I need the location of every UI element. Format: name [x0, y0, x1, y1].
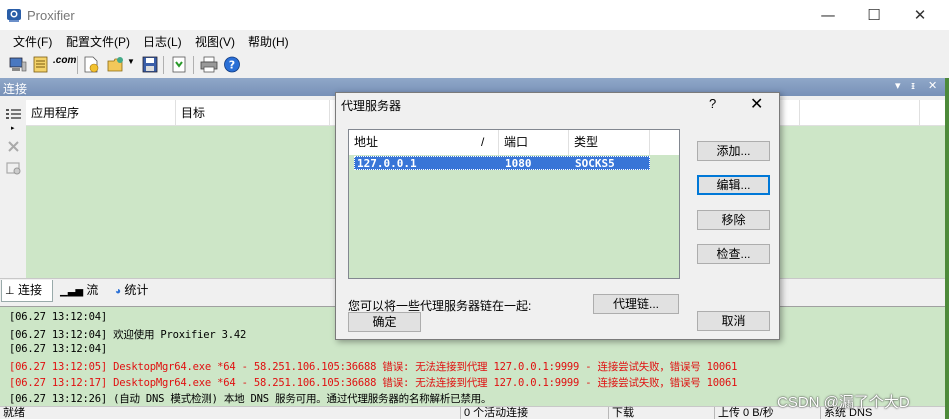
- toolbar-separator: [193, 56, 194, 74]
- close-connection-icon[interactable]: [7, 140, 20, 153]
- statistics-pie-icon: ◕: [115, 286, 122, 297]
- notepad-icon[interactable]: [32, 56, 50, 73]
- maximize-button[interactable]: ☐: [851, 0, 897, 30]
- proxifier-logo-icon: [7, 9, 21, 22]
- remove-button[interactable]: 移除: [697, 210, 770, 230]
- proxy-list[interactable]: 地址 / 端口 类型 127.0.0.1 1080 SOCKS5: [348, 129, 680, 279]
- open-profile-icon[interactable]: [107, 56, 125, 73]
- status-ready: 就绪: [3, 407, 25, 419]
- window-right-edge: [945, 78, 949, 419]
- log-line: [06.27 13:12:04] 欢迎使用 Proxifier 3.42: [9, 329, 247, 341]
- toolbar-separator: [77, 56, 78, 74]
- dropdown-icon[interactable]: ▼: [127, 57, 135, 74]
- column-extra[interactable]: [800, 100, 920, 126]
- new-profile-icon[interactable]: [82, 56, 100, 73]
- add-button[interactable]: 添加...: [697, 141, 770, 161]
- tab-connections[interactable]: ⊥ 连接: [1, 280, 53, 302]
- panel-menu-icon[interactable]: ▾: [895, 79, 901, 92]
- log-line: [06.27 13:12:05] DesktopMgr64.exe *64 - …: [9, 361, 738, 373]
- proxy-address: 127.0.0.1: [357, 157, 417, 170]
- traffic-chart-icon: ▁▃▅: [60, 286, 84, 297]
- status-active-connections: 0 个活动连接: [460, 407, 608, 419]
- cancel-button[interactable]: 取消: [697, 311, 770, 331]
- proxy-chain-button[interactable]: 代理链...: [593, 294, 679, 314]
- minimize-button[interactable]: —: [805, 0, 851, 30]
- dialog-title: 代理服务器: [341, 99, 402, 113]
- menu-log[interactable]: 日志(L): [143, 33, 182, 50]
- proxy-servers-dialog: 代理服务器 ? ✕ 地址 / 端口 类型 127.0.0.1 1080 SOCK…: [335, 92, 780, 340]
- column-address[interactable]: 地址: [349, 130, 499, 155]
- computer-icon[interactable]: [9, 56, 27, 73]
- panel-pin-icon[interactable]: ᵻ: [911, 79, 915, 92]
- dialog-help-icon[interactable]: ?: [709, 96, 716, 111]
- menu-bar: 文件(F) 配置文件(P) 日志(L) 视图(V) 帮助(H): [0, 30, 949, 52]
- csdn-watermark: CSDN @漏了个大D: [777, 394, 910, 411]
- print-icon[interactable]: [200, 56, 218, 73]
- column-application[interactable]: 应用程序: [26, 100, 176, 126]
- tab-statistics-label: 统计: [124, 283, 149, 297]
- column-type[interactable]: 类型: [569, 130, 650, 155]
- status-download: 下载: [608, 407, 714, 419]
- tab-connections-label: 连接: [17, 283, 42, 297]
- proxy-list-header: 地址 / 端口 类型: [349, 130, 679, 155]
- log-line: [06.27 13:12:04]: [9, 311, 107, 323]
- edit-button[interactable]: 编辑...: [697, 175, 770, 195]
- tab-statistics[interactable]: ◕ 统计: [112, 280, 164, 302]
- toolbar-separator: [163, 56, 164, 74]
- menu-profile[interactable]: 配置文件(P): [66, 33, 130, 50]
- log-line: [06.27 13:12:17] DesktopMgr64.exe *64 - …: [9, 377, 738, 389]
- proxy-port: 1080: [505, 157, 532, 170]
- import-icon[interactable]: [170, 56, 188, 73]
- column-target[interactable]: 目标: [176, 100, 330, 126]
- save-icon[interactable]: [141, 56, 159, 73]
- close-button[interactable]: ✕: [897, 0, 943, 30]
- expand-arrow-icon[interactable]: ▸: [11, 124, 15, 132]
- panel-side-toolbar: ▸: [0, 96, 26, 278]
- menu-file[interactable]: 文件(F): [13, 33, 52, 50]
- list-view-icon[interactable]: [6, 108, 21, 121]
- toolbar: .com ▼ ?: [0, 52, 949, 78]
- panel-close-icon[interactable]: ✕: [928, 79, 937, 92]
- menu-view[interactable]: 视图(V): [195, 33, 235, 50]
- window-settings-icon[interactable]: [6, 162, 21, 175]
- proxy-row-selected[interactable]: 127.0.0.1 1080 SOCKS5: [354, 156, 650, 170]
- help-icon[interactable]: ?: [223, 56, 241, 73]
- title-bar: Proxifier — ☐ ✕: [0, 0, 949, 30]
- connections-tab-icon: ⊥: [5, 284, 15, 297]
- panel-title: 连接: [3, 82, 28, 96]
- check-button[interactable]: 检查...: [697, 244, 770, 264]
- window-title: Proxifier: [27, 8, 75, 23]
- log-line: [06.27 13:12:26] (自动 DNS 模式检测) 本地 DNS 服务…: [9, 393, 492, 405]
- proxy-type: SOCKS5: [575, 157, 615, 170]
- column-port[interactable]: 端口: [499, 130, 569, 155]
- sort-indicator: /: [479, 130, 499, 155]
- dialog-close-icon[interactable]: ✕: [750, 94, 763, 113]
- menu-help[interactable]: 帮助(H): [248, 33, 289, 50]
- svg-text:?: ?: [229, 59, 235, 72]
- dns-icon[interactable]: .com: [53, 55, 76, 72]
- tab-traffic[interactable]: ▁▃▅ 流量: [57, 280, 109, 319]
- log-line: [06.27 13:12:04]: [9, 343, 107, 355]
- ok-button[interactable]: 确定: [348, 312, 421, 332]
